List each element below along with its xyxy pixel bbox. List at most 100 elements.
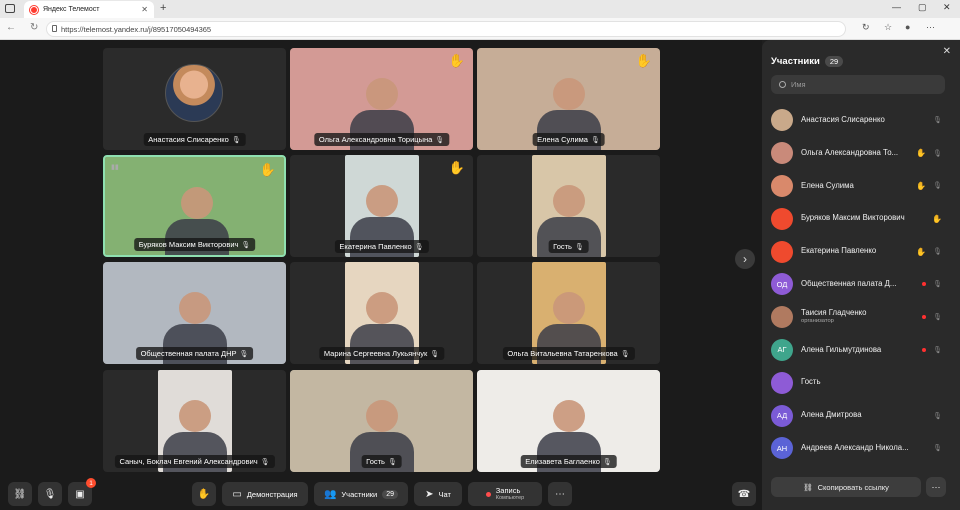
reload-icon[interactable]: ↻ (30, 22, 38, 33)
participant-nameplate: Марина Сергеевна Лукьянчук 🎙 (318, 347, 445, 360)
raise-hand-button[interactable]: ✋ (192, 482, 216, 506)
screen-share-button[interactable]: ▭ Демонстрация (222, 482, 308, 506)
video-tile[interactable]: ✋ Екатерина Павленко 🎙 (290, 155, 473, 257)
url-field[interactable]: https://telemost.yandex.ru/j/89517050494… (46, 21, 846, 37)
mic-off-icon: 🎙 (933, 445, 942, 453)
back-icon[interactable]: ← (6, 22, 16, 33)
raised-hand-icon: ✋ (448, 160, 465, 175)
mic-off-icon: 🎙 (590, 136, 600, 144)
participant-row[interactable]: Гость (762, 366, 960, 399)
participant-row[interactable]: Буряков Максим Викторович ✋ (762, 202, 960, 235)
camera-toggle-button[interactable]: ▣ 1 (68, 478, 96, 506)
participants-count: 29 (382, 489, 399, 499)
mic-off-icon: 🎙 (933, 182, 942, 190)
search-input[interactable] (791, 80, 931, 89)
participant-row[interactable]: АД Алена Дмитрова 🎙 (762, 399, 960, 432)
person-silhouette (179, 400, 211, 432)
minimize-button[interactable]: — (892, 2, 901, 12)
record-button[interactable]: Запись Компьютер (468, 482, 542, 506)
participant-row[interactable]: Ольга Александровна То... ✋ 🎙 (762, 137, 960, 170)
camera-off-icon: ▣ (75, 488, 85, 500)
panel-title: Участники 29 (771, 56, 844, 67)
new-tab-button[interactable]: + (160, 2, 166, 14)
record-text: Запись Компьютер (495, 486, 525, 502)
chat-button[interactable]: ➤ Чат (414, 482, 462, 506)
participant-status: 🎙 (933, 444, 942, 452)
participant-status: ✋ (932, 214, 942, 223)
phone-hangup-icon: ☎ (737, 488, 751, 500)
mic-off-icon: 🎙 (620, 350, 630, 358)
participant-row[interactable]: Елена Сулима ✋ 🎙 (762, 170, 960, 203)
participant-name: Общественная палата Д... (801, 279, 897, 288)
tab-bar: Яндекс Телемост ✕ + — ▢ ✕ (0, 0, 960, 18)
send-icon: ➤ (425, 488, 434, 500)
participant-name: Ольга Александровна То... (801, 148, 899, 157)
mic-off-icon: 🎙 (602, 458, 612, 466)
video-tile[interactable]: Гость 🎙 (290, 370, 473, 472)
maximize-button[interactable]: ▢ (918, 2, 927, 13)
hang-up-button[interactable]: ☎ (732, 482, 756, 506)
video-tile[interactable]: Саныч, Боклач Евгений Александрович 🎙 (103, 370, 286, 472)
mic-off-icon: 🎙 (933, 150, 942, 158)
mic-toggle-button[interactable]: 🎙 (38, 482, 62, 506)
search-icon (779, 81, 786, 88)
tab-close-icon[interactable]: ✕ (141, 5, 148, 14)
video-tile[interactable]: Гость 🎙 (477, 155, 660, 257)
video-tile[interactable]: Ольга Витальевна Татаренкова 🎙 (477, 262, 660, 364)
recording-dot-icon (922, 282, 927, 287)
lock-icon (52, 25, 57, 32)
address-bar-row: ← ↻ https://telemost.yandex.ru/j/8951705… (0, 18, 960, 40)
person-silhouette (181, 187, 213, 219)
video-tile[interactable]: ▮▮ ✋ Буряков Максим Викторович 🎙 (103, 155, 286, 257)
participant-info: Андреев Александр Никола... (801, 444, 919, 453)
close-icon[interactable]: ✕ (943, 46, 951, 57)
refresh-icon[interactable]: ↻ (862, 22, 870, 33)
participant-row[interactable]: ОД Общественная палата Д... 🎙 (762, 268, 960, 301)
video-tile[interactable]: ✋ Ольга Александровна Торицына 🎙 (290, 48, 473, 150)
record-sub: Компьютер (495, 495, 525, 502)
profile-icon[interactable]: ● (905, 22, 910, 32)
link-button[interactable]: ⛓ (8, 482, 32, 506)
close-window-button[interactable]: ✕ (943, 2, 951, 13)
video-tile[interactable]: Елизавета Баглаенко 🎙 (477, 370, 660, 472)
mic-off-icon: 🎙 (933, 281, 942, 289)
next-page-button[interactable]: › (735, 249, 755, 269)
participant-row[interactable]: Анастасия Слисаренко 🎙 (762, 104, 960, 137)
copy-link-button[interactable]: ⛓ Скопировать ссылку (771, 477, 921, 497)
video-tile[interactable]: Анастасия Слисаренко 🎙 (103, 48, 286, 150)
video-tile[interactable]: Марина Сергеевна Лукьянчук 🎙 (290, 262, 473, 364)
mic-off-icon: 🎙 (241, 241, 251, 249)
participant-row[interactable]: АН Андреев Александр Никола... 🎙 (762, 432, 960, 465)
participant-row[interactable]: Екатерина Павленко ✋ 🎙 (762, 235, 960, 268)
screen-share-icon: ▭ (232, 488, 242, 500)
panel-more-button[interactable]: ⋯ (926, 477, 946, 497)
mic-off-icon: 🎙 (933, 346, 942, 354)
browser-tab[interactable]: Яндекс Телемост ✕ (24, 1, 154, 18)
mic-off-icon: 🎙 (933, 117, 942, 125)
participant-avatar (771, 240, 793, 263)
video-tile[interactable]: ✋ Елена Сулима 🎙 (477, 48, 660, 150)
favorites-icon[interactable]: ☆ (884, 22, 892, 33)
tab-title: Яндекс Телемост (43, 6, 100, 13)
participant-avatar: АГ (771, 338, 793, 361)
record-dot-icon (485, 491, 491, 497)
participant-name: Буряков Максим Викторович (138, 240, 239, 249)
participant-search[interactable] (771, 75, 945, 94)
hand-icon: ✋ (197, 488, 211, 500)
panel-count: 29 (824, 56, 844, 67)
participants-button[interactable]: 👥 Участники 29 (314, 482, 408, 506)
raised-hand-icon: ✋ (635, 53, 652, 68)
person-silhouette (553, 78, 585, 110)
more-options-button[interactable]: ⋯ (548, 482, 572, 506)
participant-row[interactable]: Таисия Гладченко организатор 🎙 (762, 301, 960, 334)
menu-icon[interactable]: ⋯ (926, 22, 935, 33)
mic-off-icon: 🎙 (260, 458, 270, 466)
participant-status: 🎙 (933, 116, 942, 124)
person-silhouette (179, 292, 211, 324)
participant-status: 🎙 (922, 346, 942, 354)
recording-dot-icon (922, 315, 927, 320)
video-tile[interactable]: Общественная палата ДНР 🎙 (103, 262, 286, 364)
tab-actions-icon[interactable] (5, 4, 15, 13)
participant-nameplate: Гость 🎙 (361, 455, 402, 468)
participant-row[interactable]: АГ Алена Гильмутдинова 🎙 (762, 334, 960, 367)
